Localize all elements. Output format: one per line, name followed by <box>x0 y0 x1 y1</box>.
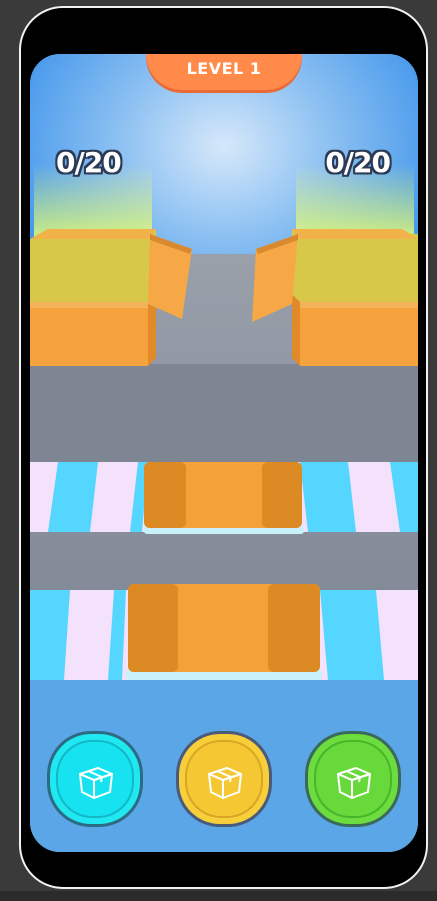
green-box-button[interactable] <box>304 730 402 828</box>
right-bin-counter: 0/20 <box>325 146 391 179</box>
cyan-box-button[interactable] <box>46 730 144 828</box>
floor-band <box>30 364 418 464</box>
lower-package <box>126 584 322 680</box>
upper-package <box>144 462 304 534</box>
left-bin-counter: 0/20 <box>56 146 122 179</box>
yellow-box-button[interactable] <box>175 730 273 828</box>
bottom-strip <box>0 891 437 901</box>
level-badge: LEVEL 1 <box>146 54 302 90</box>
game-screen: LEVEL 1 0/20 0/20 <box>30 54 418 852</box>
